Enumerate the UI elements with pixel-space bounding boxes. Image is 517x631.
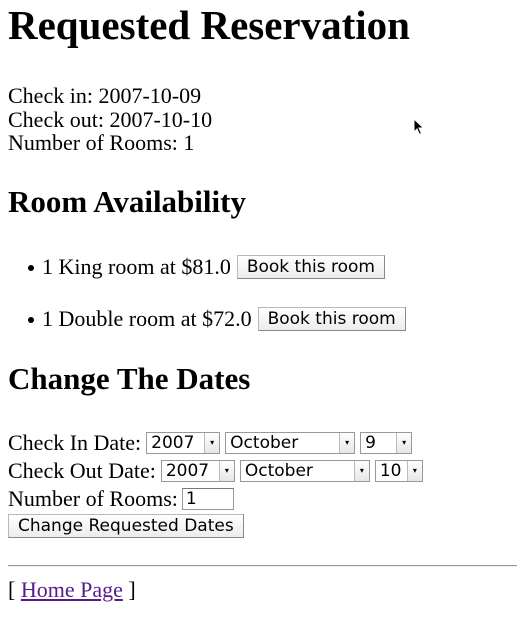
bullet-icon [28,265,34,271]
number-of-rooms-label: Number of Rooms: [8,486,178,511]
check-out-year-value: 2007 [165,461,210,481]
change-dates-heading: Change The Dates [8,361,251,396]
home-page-link[interactable]: Home Page [21,577,123,602]
book-king-room-button[interactable]: Book this room [236,255,385,279]
chevron-down-icon: ▾ [218,461,234,481]
list-item: 1 King room at $81.0 Book this room [28,254,385,280]
change-requested-dates-button[interactable]: Change Requested Dates [8,514,244,538]
chevron-down-icon: ▾ [204,433,220,453]
availability-heading: Room Availability [8,184,246,219]
check-in-day-value: 9 [365,433,376,453]
page-title: Requested Reservation [8,2,410,48]
check-in-month-select[interactable]: October ▾ [225,432,356,454]
check-in-day-select[interactable]: 9 ▾ [360,432,413,454]
check-out-label: Check out: [8,107,104,132]
check-in-year-value: 2007 [151,433,195,453]
mouse-pointer-icon [413,118,425,136]
chevron-down-icon: ▾ [339,433,355,453]
rooms-input-row: Number of Rooms: 1 [8,486,234,512]
check-out-day-value: 10 [379,461,402,481]
check-out-date-label: Check Out Date: [8,458,156,483]
divider [8,565,517,567]
check-out-day-select[interactable]: 10 ▾ [374,460,423,482]
chevron-down-icon: ▾ [406,461,422,481]
check-in-date-label: Check In Date: [8,430,142,455]
check-out-line: Check out: 2007-10-10 [8,108,212,132]
check-in-month-value: October [230,433,299,453]
check-out-year-select[interactable]: 2007 ▾ [160,460,235,482]
check-in-value: 2007-10-09 [98,83,202,108]
check-in-line: Check in: 2007-10-09 [8,84,201,108]
check-out-month-value: October [244,461,313,481]
rooms-value: 1 [183,130,195,155]
footer-open-bracket: [ [8,577,16,602]
number-of-rooms-input[interactable]: 1 [181,488,234,510]
check-out-date-row: Check Out Date: 2007 ▾ October ▾ 10 ▾ [8,458,423,484]
chevron-down-icon: ▾ [353,461,369,481]
bullet-icon [28,317,34,323]
chevron-down-icon: ▾ [396,433,412,453]
check-in-label: Check in: [8,83,93,108]
check-in-date-row: Check In Date: 2007 ▾ October ▾ 9 ▾ [8,430,413,456]
room-offer-text: 1 Double room at $72.0 [42,306,252,331]
check-out-value: 2007-10-10 [109,107,213,132]
book-double-room-button[interactable]: Book this room [257,307,406,331]
rooms-line: Number of Rooms: 1 [8,131,194,155]
list-item: 1 Double room at $72.0 Book this room [28,306,406,332]
check-in-year-select[interactable]: 2007 ▾ [146,432,221,454]
submit-row: Change Requested Dates [8,514,244,538]
check-out-month-select[interactable]: October ▾ [239,460,370,482]
footer-nav: [ Home Page ] [8,578,136,602]
rooms-label: Number of Rooms: [8,130,178,155]
footer-close-bracket: ] [128,577,136,602]
room-offer-text: 1 King room at $81.0 [42,254,231,279]
